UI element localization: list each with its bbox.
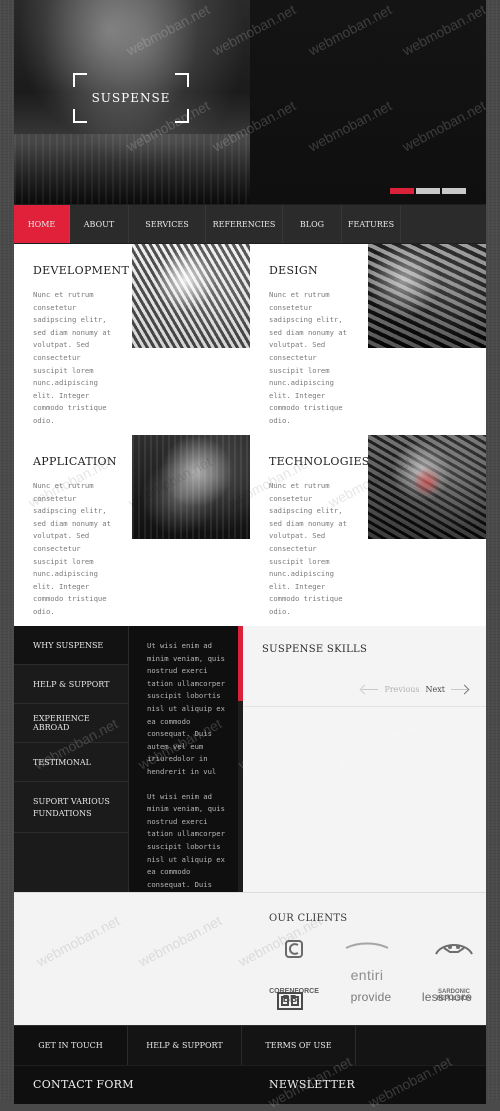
divider bbox=[243, 706, 486, 707]
feature-application: APPLICATION Nunc et rutrum consetetur sa… bbox=[14, 435, 250, 626]
main-nav: HOME ABOUT SERVICES REFERENCIES BLOG FEA… bbox=[14, 204, 486, 244]
side-menu-item[interactable]: HELP & SUPPORT bbox=[14, 665, 128, 704]
middle-text-panel: Ut wisi enim ad minim veniam, quis nostr… bbox=[129, 626, 243, 892]
hero-focus-box: SUSPENSE bbox=[73, 73, 189, 123]
feature-title: APPLICATION bbox=[33, 455, 117, 468]
sardonic-skull-icon bbox=[435, 944, 473, 955]
feature-image bbox=[368, 244, 486, 348]
hero: SUSPENSE webmoban.net webmoban.net webmo… bbox=[14, 0, 486, 204]
paragraph: Ut wisi enim ad minim veniam, quis nostr… bbox=[147, 791, 225, 889]
info-panels: WHY SUSPENSE HELP & SUPPORT EXPERIENCE A… bbox=[14, 626, 486, 892]
clients-section: OUR CLIENTS CORENFORCE entiri SARDONIC R… bbox=[14, 892, 486, 1025]
focus-corner-tr bbox=[175, 73, 189, 87]
page: SUSPENSE webmoban.net webmoban.net webmo… bbox=[14, 0, 486, 1111]
skills-pager: Previous Next bbox=[362, 685, 467, 694]
feature-image bbox=[368, 435, 486, 539]
slider-dot[interactable] bbox=[390, 188, 414, 194]
feature-text: TECHNOLOGIES Nunc et rutrum consetetur s… bbox=[269, 455, 370, 619]
feature-development: DEVELOPMENT Nunc et rutrum consetetur sa… bbox=[14, 244, 250, 435]
next-link[interactable]: Next bbox=[426, 685, 445, 694]
next-arrow-icon[interactable] bbox=[451, 689, 467, 690]
feature-technologies: TECHNOLOGIES Nunc et rutrum consetetur s… bbox=[250, 435, 486, 626]
feature-description: Nunc et rutrum consetetur sadipscing eli… bbox=[269, 290, 347, 425]
focus-corner-tl bbox=[73, 73, 87, 87]
footer-tab-get-in-touch[interactable]: GET IN TOUCH bbox=[14, 1026, 128, 1065]
nav-item-about[interactable]: ABOUT bbox=[70, 205, 129, 243]
clients-title: OUR CLIENTS bbox=[269, 913, 348, 924]
client-logo-provide[interactable]: provide bbox=[341, 990, 401, 1010]
corenforce-mark-icon bbox=[285, 940, 303, 958]
previous-arrow-icon[interactable] bbox=[362, 689, 379, 690]
watermark: webmoban.net bbox=[33, 912, 123, 970]
focus-corner-bl bbox=[73, 109, 87, 123]
client-logo-sardonic[interactable]: SARDONIC REPULSION bbox=[424, 938, 484, 1002]
slider-dot[interactable] bbox=[416, 188, 440, 194]
feature-title: DESIGN bbox=[269, 264, 318, 277]
focus-corner-br bbox=[175, 109, 189, 123]
footer-tab-terms[interactable]: TERMS OF USE bbox=[242, 1026, 356, 1065]
nav-item-home[interactable]: HOME bbox=[14, 205, 70, 243]
skills-title: SUSPENSE SKILLS bbox=[262, 644, 368, 655]
side-menu-item[interactable]: EXPERIENCE ABROAD bbox=[14, 704, 128, 743]
hero-dark-panel bbox=[250, 0, 486, 204]
newsletter-heading: NEWSLETTER bbox=[269, 1078, 356, 1091]
footer-bottom: CONTACT FORM NEWSLETTER webmoban.net web… bbox=[14, 1053, 486, 1111]
side-menu-item[interactable]: SUPORT VARIOUS FUNDATIONS bbox=[14, 782, 128, 833]
watermark: webmoban.net bbox=[135, 912, 225, 970]
feature-text: DESIGN Nunc et rutrum consetetur sadipsc… bbox=[269, 264, 361, 428]
client-logo-entiri[interactable]: entiri bbox=[342, 939, 392, 983]
client-logo-brb[interactable]: BB bbox=[272, 987, 308, 1015]
skills-panel: SUSPENSE SKILLS Previous Next bbox=[243, 626, 486, 892]
nav-item-services[interactable]: SERVICES bbox=[129, 205, 206, 243]
feature-description: Nunc et rutrum consetetur sadipscing eli… bbox=[269, 481, 347, 616]
nav-item-features[interactable]: FEATURES bbox=[342, 205, 401, 243]
feature-text: APPLICATION Nunc et rutrum consetetur sa… bbox=[33, 455, 125, 619]
feature-text: DEVELOPMENT Nunc et rutrum consetetur sa… bbox=[33, 264, 130, 428]
feature-design: DESIGN Nunc et rutrum consetetur sadipsc… bbox=[250, 244, 486, 435]
hero-slider-dots bbox=[390, 188, 466, 194]
slider-dot[interactable] bbox=[442, 188, 466, 194]
footer-tabs: GET IN TOUCH HELP & SUPPORT TERMS OF USE bbox=[14, 1025, 486, 1065]
paragraph: Ut wisi enim ad minim veniam, quis nostr… bbox=[147, 641, 225, 776]
side-menu-item[interactable]: TESTIMONAL bbox=[14, 743, 128, 782]
hero-title: SUSPENSE bbox=[91, 91, 171, 105]
footer-tab-help-support[interactable]: HELP & SUPPORT bbox=[128, 1026, 242, 1065]
previous-link[interactable]: Previous bbox=[384, 685, 419, 694]
nav-item-referencies[interactable]: REFERENCIES bbox=[206, 205, 283, 243]
feature-title: TECHNOLOGIES bbox=[269, 455, 370, 468]
entiri-swoosh-icon bbox=[345, 942, 389, 949]
feature-title: DEVELOPMENT bbox=[33, 264, 130, 277]
features-grid: DEVELOPMENT Nunc et rutrum consetetur sa… bbox=[14, 244, 486, 626]
feature-image bbox=[132, 435, 250, 539]
side-menu: WHY SUSPENSE HELP & SUPPORT EXPERIENCE A… bbox=[14, 626, 129, 892]
client-logo-lessmore[interactable]: lessmore bbox=[412, 990, 482, 1010]
side-menu-item[interactable]: WHY SUSPENSE bbox=[14, 626, 128, 665]
feature-description: Nunc et rutrum consetetur sadipscing eli… bbox=[33, 290, 111, 425]
feature-description: Nunc et rutrum consetetur sadipscing eli… bbox=[33, 481, 111, 616]
client-logo-text: entiri bbox=[350, 967, 384, 983]
feature-image bbox=[132, 244, 250, 348]
nav-item-blog[interactable]: BLOG bbox=[283, 205, 342, 243]
client-logo-text: BB bbox=[282, 994, 298, 1005]
client-logo-corenforce[interactable]: CORENFORCE bbox=[268, 939, 320, 995]
contact-form-heading: CONTACT FORM bbox=[33, 1078, 134, 1091]
client-logo-text: provide bbox=[350, 990, 392, 1004]
client-logo-text: lessmore bbox=[421, 990, 473, 1004]
